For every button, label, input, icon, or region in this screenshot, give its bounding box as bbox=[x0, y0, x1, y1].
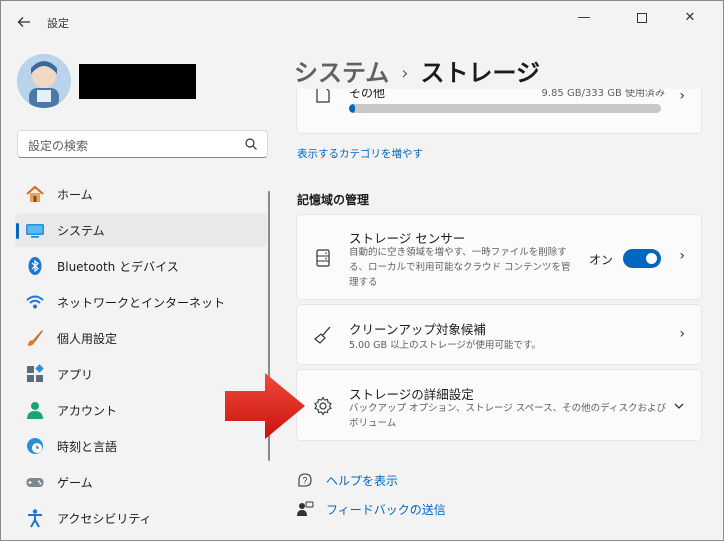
chevron-right-icon: › bbox=[679, 326, 685, 342]
maximize-button[interactable] bbox=[619, 5, 665, 31]
sidebar-item-bluetooth[interactable]: Bluetooth とデバイス bbox=[15, 249, 267, 283]
storage-category-usage: 9.85 GB/333 GB 使用済み bbox=[541, 89, 665, 99]
maximize-icon bbox=[637, 12, 647, 23]
apps-icon bbox=[27, 364, 44, 382]
sidebar-item-label: ネットワークとインターネット bbox=[57, 296, 226, 310]
sidebar-item-label: アクセシビリティ bbox=[57, 512, 152, 526]
feedback-link-label[interactable]: フィードバックの送信 bbox=[326, 501, 446, 518]
bluetooth-icon bbox=[28, 257, 42, 275]
help-icon: ? bbox=[298, 473, 312, 487]
sidebar-item-label: 個人用設定 bbox=[57, 332, 118, 346]
account-icon bbox=[27, 402, 43, 419]
breadcrumb-parent[interactable]: システム bbox=[294, 59, 389, 87]
breadcrumb-separator: › bbox=[401, 63, 409, 84]
time-language-icon bbox=[27, 438, 43, 454]
gear-icon bbox=[314, 396, 332, 416]
sidebar-item-label: アプリ bbox=[57, 368, 94, 382]
home-icon bbox=[26, 185, 44, 202]
storage-usage-fill bbox=[349, 104, 356, 113]
card-description: バックアップ オプション、ストレージ スペース、その他のディスクおよびボリューム bbox=[349, 403, 666, 429]
feedback-icon bbox=[297, 501, 314, 516]
system-monitor-icon bbox=[26, 224, 44, 238]
card-description: 5.00 GB 以上のストレージが使用可能です。 bbox=[349, 340, 541, 351]
sidebar-item-label: アカウント bbox=[57, 404, 118, 418]
chevron-right-icon: › bbox=[679, 89, 685, 104]
sidebar-item-label: Bluetooth とデバイス bbox=[57, 260, 179, 274]
close-icon: ✕ bbox=[684, 10, 696, 25]
back-button[interactable] bbox=[13, 11, 35, 33]
app-title: 設定 bbox=[47, 17, 69, 30]
toggle-knob bbox=[646, 253, 657, 264]
cleanup-recommendations-card[interactable]: クリーンアップ対象候補 5.00 GB 以上のストレージが使用可能です。 › bbox=[296, 304, 702, 365]
sidebar-item-label: ゲーム bbox=[57, 476, 93, 490]
help-link-label[interactable]: ヘルプを表示 bbox=[326, 472, 398, 489]
search-input[interactable]: 設定の検索 bbox=[28, 137, 88, 154]
search-icon bbox=[245, 138, 257, 150]
storage-sense-card[interactable]: ストレージ センサー 自動的に空き領域を増やす、一時ファイルを削除する、ローカル… bbox=[296, 214, 702, 300]
card-description: 自動的に空き領域を増やす、一時ファイルを削除する、ローカルで利用可能なクラウド … bbox=[349, 247, 571, 288]
section-title: 記憶域の管理 bbox=[297, 193, 370, 207]
title-bar: 設定 — ✕ bbox=[1, 1, 723, 43]
sidebar-item-label: 時刻と言語 bbox=[57, 440, 118, 454]
other-files-icon bbox=[316, 89, 330, 103]
avatar[interactable] bbox=[17, 54, 71, 108]
breadcrumb: システム › ストレージ bbox=[294, 53, 540, 88]
close-button[interactable]: ✕ bbox=[667, 5, 713, 31]
storage-drive-icon bbox=[316, 249, 330, 267]
account-name-redacted bbox=[79, 64, 196, 99]
storage-sense-toggle[interactable] bbox=[623, 249, 661, 268]
search-box[interactable]: 設定の検索 bbox=[17, 130, 268, 158]
red-pointer-arrow-icon bbox=[225, 373, 305, 439]
sidebar-item-home[interactable]: ホーム bbox=[15, 177, 267, 211]
toggle-state-label: オン bbox=[588, 253, 613, 267]
svg-text:?: ? bbox=[302, 476, 307, 486]
sidebar-item-accessibility[interactable]: アクセシビリティ bbox=[15, 501, 267, 535]
chevron-down-icon bbox=[674, 403, 684, 409]
sidebar-item-system[interactable]: システム bbox=[15, 213, 267, 247]
selection-indicator bbox=[16, 223, 19, 239]
sidebar-item-label: システム bbox=[57, 224, 105, 238]
storage-category-other[interactable]: その他 9.85 GB/333 GB 使用済み › bbox=[296, 89, 702, 134]
back-arrow-icon bbox=[17, 17, 30, 27]
sidebar-item-network[interactable]: ネットワークとインターネット bbox=[15, 285, 267, 319]
avatar-image-icon bbox=[17, 54, 71, 108]
sidebar-item-personalization[interactable]: 個人用設定 bbox=[15, 321, 267, 355]
sidebar-item-label: ホーム bbox=[57, 188, 93, 202]
gamepad-icon bbox=[26, 478, 44, 487]
page-title: ストレージ bbox=[420, 59, 541, 87]
broom-icon bbox=[314, 326, 331, 344]
advanced-storage-settings-card[interactable]: ストレージの詳細設定 バックアップ オプション、ストレージ スペース、その他のデ… bbox=[296, 369, 702, 441]
storage-category-title: その他 bbox=[349, 89, 386, 100]
paintbrush-icon bbox=[28, 330, 43, 346]
chevron-right-icon: › bbox=[679, 248, 685, 264]
card-title: クリーンアップ対象候補 bbox=[349, 322, 486, 337]
minimize-icon: — bbox=[577, 10, 591, 25]
storage-usage-bar bbox=[349, 104, 661, 113]
sidebar-item-gaming[interactable]: ゲーム bbox=[15, 465, 267, 499]
minimize-button[interactable]: — bbox=[561, 5, 607, 31]
accessibility-icon bbox=[28, 509, 42, 528]
show-more-categories-link[interactable]: 表示するカテゴリを増やす bbox=[297, 146, 423, 161]
wifi-icon bbox=[26, 295, 44, 309]
storage-category-clip: その他 9.85 GB/333 GB 使用済み › bbox=[296, 89, 702, 135]
settings-window: 設定 — ✕ 設定の検索 ホーム システム Bluetooth とデバイス ネッ… bbox=[0, 0, 724, 541]
